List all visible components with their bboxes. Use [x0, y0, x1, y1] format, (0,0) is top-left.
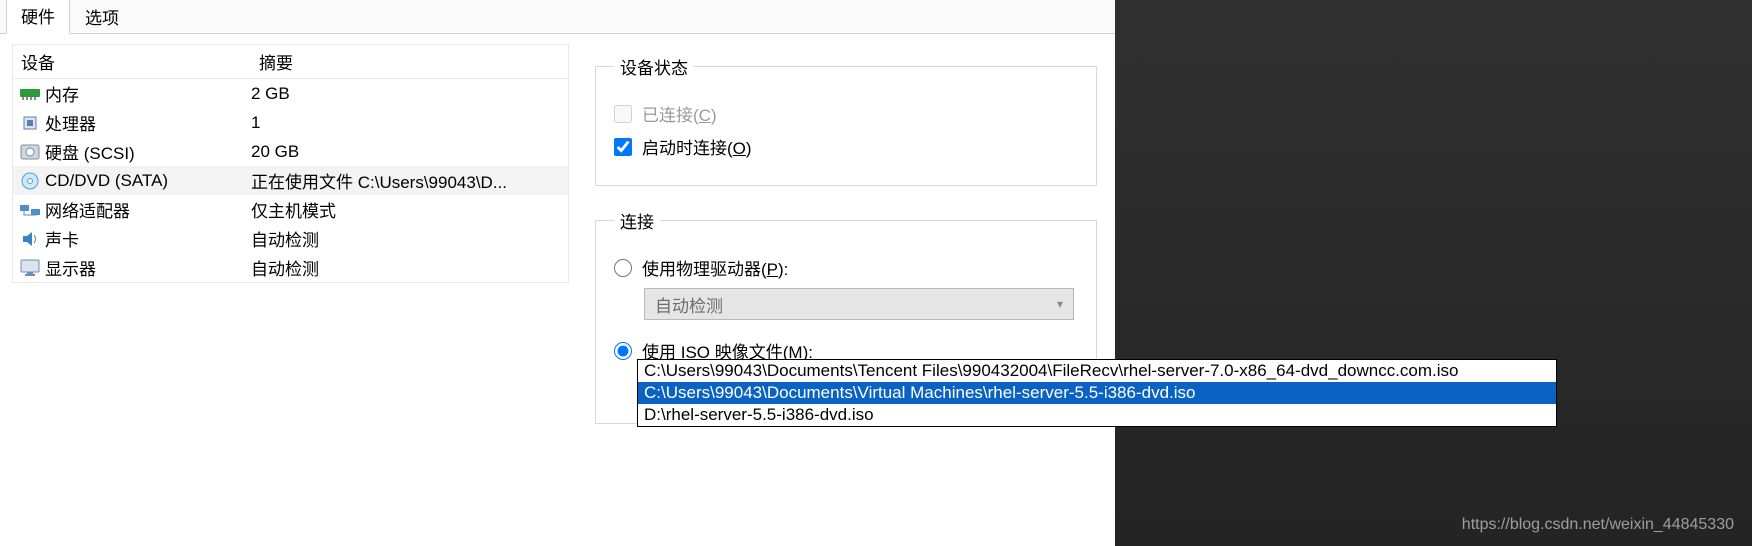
connected-checkbox: [614, 105, 632, 123]
chevron-down-icon: ▾: [1057, 297, 1063, 311]
cpu-icon: [19, 113, 41, 133]
device-name: 网络适配器: [45, 197, 130, 222]
header-summary: 摘要: [259, 49, 568, 74]
device-list-panel: 设备 摘要 内存 2 GB 处理器 1 硬盘 (SCSI) 20 GB CD/D…: [0, 34, 575, 546]
header-device: 设备: [21, 49, 259, 74]
device-table: 设备 摘要 内存 2 GB 处理器 1 硬盘 (SCSI) 20 GB CD/D…: [12, 44, 569, 283]
device-summary: 正在使用文件 C:\Users\99043\D...: [251, 168, 568, 193]
physical-drive-value: 自动检测: [655, 292, 723, 317]
device-settings-panel: 设备状态 已连接(C) 启动时连接(O): [575, 34, 1115, 546]
physical-drive-label: 使用物理驱动器(P):: [642, 255, 788, 280]
tab-hardware[interactable]: 硬件: [6, 0, 70, 34]
device-row[interactable]: 内存 2 GB: [13, 79, 568, 108]
connection-legend: 连接: [614, 208, 660, 233]
device-name: 处理器: [45, 110, 96, 135]
device-row[interactable]: 硬盘 (SCSI) 20 GB: [13, 137, 568, 166]
connected-label: 已连接(C): [642, 101, 717, 126]
iso-dropdown-list[interactable]: C:\Users\99043\Documents\Tencent Files\9…: [637, 359, 1557, 427]
network-icon: [19, 200, 41, 220]
tab-options[interactable]: 选项: [70, 0, 134, 34]
physical-drive-combo: 自动检测 ▾: [644, 288, 1074, 320]
iso-dropdown-option[interactable]: C:\Users\99043\Documents\Tencent Files\9…: [638, 360, 1556, 382]
iso-dropdown-option[interactable]: C:\Users\99043\Documents\Virtual Machine…: [638, 382, 1556, 404]
device-row[interactable]: 显示器 自动检测: [13, 253, 568, 282]
watermark-text: https://blog.csdn.net/weixin_44845330: [1462, 516, 1734, 534]
device-summary: 20 GB: [251, 142, 568, 162]
vm-settings-dialog: 硬件 选项 设备 摘要 内存 2 GB 处理器 1 硬盘 (SCSI): [0, 0, 1115, 546]
physical-drive-radio[interactable]: [614, 259, 632, 277]
device-state-group: 设备状态 已连接(C) 启动时连接(O): [595, 54, 1097, 186]
memory-icon: [19, 84, 41, 104]
device-name: CD/DVD (SATA): [45, 171, 168, 191]
vm-console-backdrop: https://blog.csdn.net/weixin_44845330: [1115, 0, 1752, 546]
device-summary: 自动检测: [251, 226, 568, 251]
device-summary: 2 GB: [251, 84, 568, 104]
device-name: 硬盘 (SCSI): [45, 139, 135, 164]
device-name: 显示器: [45, 255, 96, 280]
device-row[interactable]: 处理器 1: [13, 108, 568, 137]
iso-dropdown-option[interactable]: D:\rhel-server-5.5-i386-dvd.iso: [638, 404, 1556, 426]
device-name: 内存: [45, 81, 79, 106]
sound-icon: [19, 229, 41, 249]
device-summary: 自动检测: [251, 255, 568, 280]
device-summary: 仅主机模式: [251, 197, 568, 222]
device-row[interactable]: CD/DVD (SATA) 正在使用文件 C:\Users\99043\D...: [13, 166, 568, 195]
display-icon: [19, 258, 41, 278]
cd-icon: [19, 171, 41, 191]
connect-on-start-checkbox[interactable]: [614, 138, 632, 156]
device-row[interactable]: 声卡 自动检测: [13, 224, 568, 253]
iso-file-radio[interactable]: [614, 342, 632, 360]
device-name: 声卡: [45, 226, 79, 251]
device-state-legend: 设备状态: [614, 54, 694, 79]
tabs-row: 硬件 选项: [0, 0, 1115, 34]
device-table-header: 设备 摘要: [13, 45, 568, 79]
disk-icon: [19, 142, 41, 162]
device-summary: 1: [251, 113, 568, 133]
connect-on-start-label: 启动时连接(O): [642, 134, 752, 159]
device-row[interactable]: 网络适配器 仅主机模式: [13, 195, 568, 224]
